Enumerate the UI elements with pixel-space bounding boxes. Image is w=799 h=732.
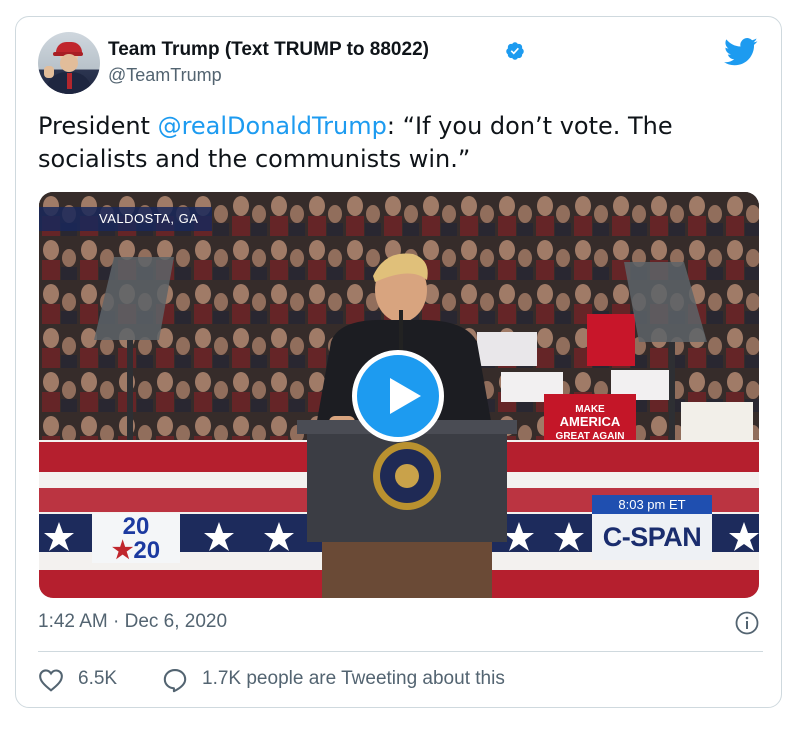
svg-text:AMERICA: AMERICA [560, 414, 621, 429]
logo-line-2-text: 20 [133, 537, 161, 564]
twitter-bird-icon[interactable] [724, 37, 758, 67]
divider [38, 651, 763, 652]
avatar-hand [44, 66, 54, 78]
avatar-tie [67, 73, 72, 89]
play-icon[interactable] [352, 350, 444, 442]
author-handle[interactable]: @TeamTrump [108, 65, 222, 86]
avatar[interactable] [38, 32, 100, 94]
video-player[interactable]: MAKE AMERICA GREAT AGAIN VALDOSTA, GA 20… [39, 192, 759, 598]
tweet-timestamp[interactable]: 1:42 AM · Dec 6, 2020 [38, 611, 227, 633]
tweet-card: Team Trump (Text TRUMP to 88022) @TeamTr… [15, 16, 782, 708]
tweet-text: President @realDonaldTrump: “If you don’… [38, 110, 763, 176]
author-display-name[interactable]: Team Trump (Text TRUMP to 88022) [108, 39, 429, 61]
network-logo: C-SPAN [592, 514, 712, 560]
avatar-face [60, 54, 78, 72]
speech-bubble-icon[interactable] [162, 667, 188, 693]
star-icon: ★ [111, 537, 134, 564]
election-2020-logo: 20 ★20 [92, 513, 180, 563]
logo-line-2: ★20 [92, 539, 180, 563]
mention-link[interactable]: @realDonaldTrump [158, 112, 387, 140]
like-count[interactable]: 6.5K [78, 668, 117, 690]
broadcast-time-overlay: 8:03 pm ET [592, 495, 712, 514]
tweeting-about-count[interactable]: 1.7K people are Tweeting about this [202, 668, 505, 690]
heart-icon[interactable] [38, 668, 64, 692]
tweet-text-prefix: President [38, 112, 158, 140]
verified-badge-icon [506, 42, 524, 60]
info-icon[interactable] [735, 611, 759, 635]
location-overlay: VALDOSTA, GA [39, 207, 213, 231]
logo-line-1: 20 [122, 513, 150, 540]
